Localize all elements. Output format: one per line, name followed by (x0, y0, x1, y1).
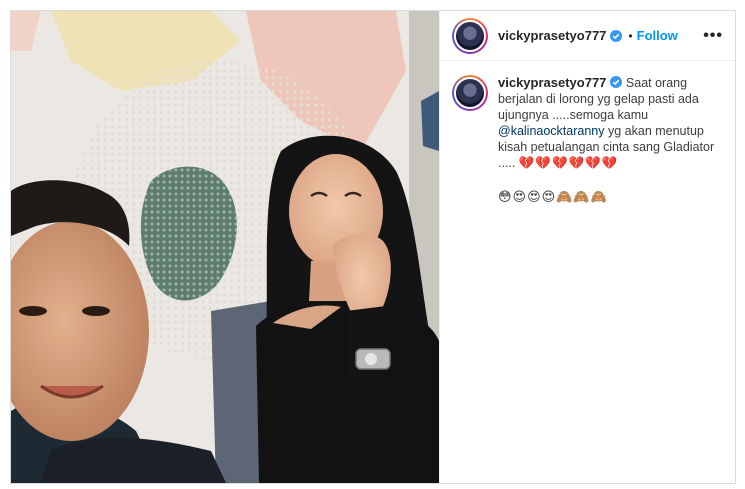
photo-image (11, 11, 439, 483)
verified-badge-icon (610, 29, 623, 42)
caption-hearts: 💔💔💔💔💔💔 (518, 156, 619, 170)
post-side-panel: vickyprasetyo777 • Follow ••• vickyprase… (439, 11, 735, 483)
caption-emojis: 😳😍😍😍🙈🙈🙈 (498, 189, 608, 204)
post-photo[interactable] (11, 11, 439, 483)
caption-verified-badge-icon (610, 76, 623, 88)
header-separator: • (628, 28, 633, 43)
avatar-image (454, 19, 486, 52)
instagram-post: vickyprasetyo777 • Follow ••• vickyprase… (10, 10, 736, 484)
caption-text: vickyprasetyo777 Saat orang berjalan di … (498, 75, 718, 205)
caption-avatar-image (454, 77, 486, 109)
post-header: vickyprasetyo777 • Follow ••• (440, 11, 735, 61)
more-options-icon[interactable]: ••• (703, 27, 723, 44)
caption-mention-link[interactable]: @kalinaocktaranny (498, 124, 605, 138)
caption-avatar[interactable] (452, 75, 488, 111)
follow-button[interactable]: Follow (637, 28, 678, 43)
caption-username[interactable]: vickyprasetyo777 (498, 75, 606, 90)
header-username[interactable]: vickyprasetyo777 (498, 28, 606, 43)
caption-comment: vickyprasetyo777 Saat orang berjalan di … (440, 61, 735, 205)
avatar[interactable] (452, 17, 488, 54)
